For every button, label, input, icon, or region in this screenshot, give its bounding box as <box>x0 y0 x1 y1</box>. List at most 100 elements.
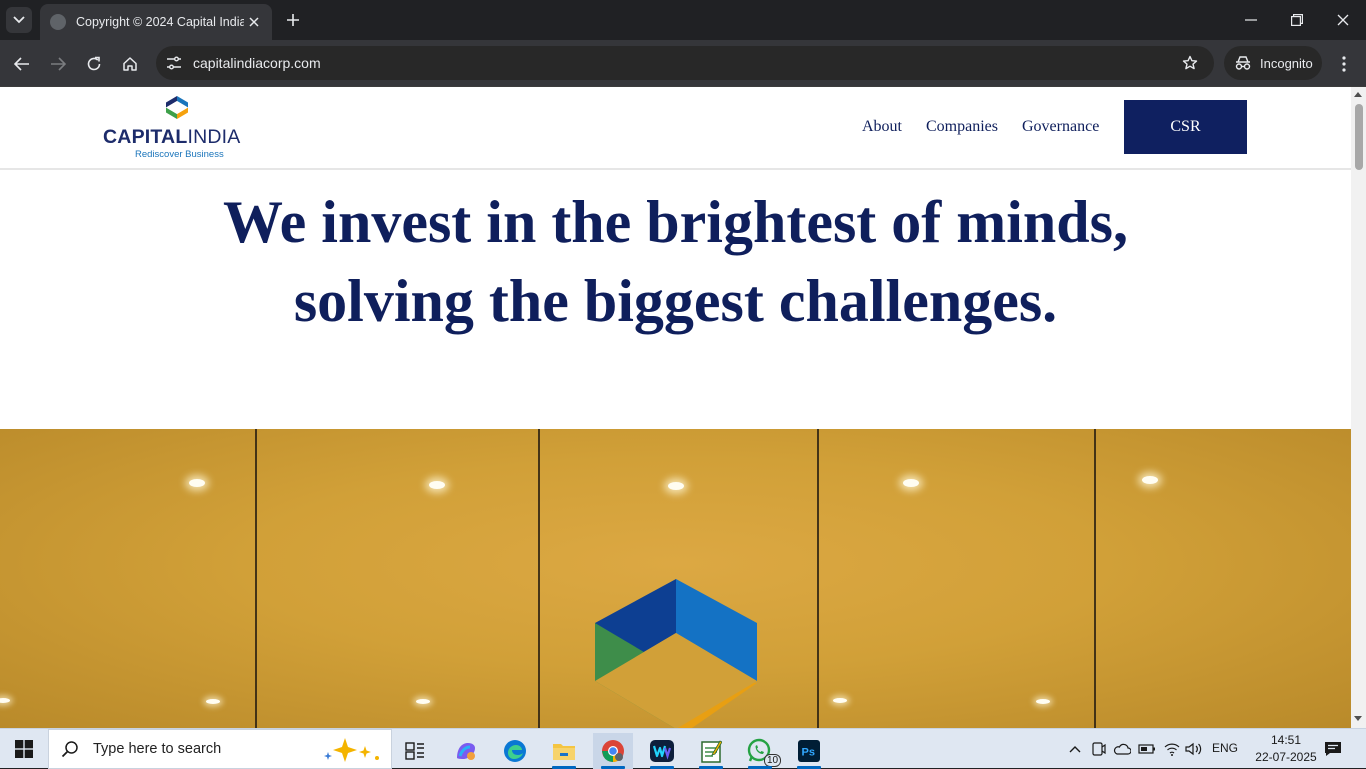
search-placeholder: Type here to search <box>93 741 222 757</box>
windows-icon <box>15 740 33 758</box>
hero-office-photo <box>0 429 1351 728</box>
site-logo[interactable]: CAPITALINDIA Rediscover Business <box>102 95 254 161</box>
home-icon <box>123 57 137 71</box>
site-header: CAPITALINDIA Rediscover Business About C… <box>0 87 1351 170</box>
task-view-button[interactable] <box>395 733 435 769</box>
onedrive-button[interactable] <box>1112 739 1132 759</box>
search-icon <box>61 741 78 758</box>
battery-button[interactable] <box>1137 739 1157 759</box>
notification-center-button[interactable] <box>1323 739 1343 759</box>
taskbar-whatsapp[interactable]: 10 <box>740 733 782 769</box>
floor-light <box>833 698 847 703</box>
browser-menu-button[interactable] <box>1332 50 1356 78</box>
tab-search-button[interactable] <box>6 7 32 33</box>
taskbar-edge[interactable] <box>495 733 535 769</box>
close-icon <box>249 17 259 27</box>
forward-icon <box>51 57 66 71</box>
capital-india-wall-logo-icon <box>595 579 757 728</box>
taskbar-search-box[interactable]: Type here to search <box>48 729 392 769</box>
restore-icon <box>1291 14 1303 26</box>
start-button[interactable] <box>0 729 48 769</box>
scroll-up-arrow-icon[interactable] <box>1354 92 1362 97</box>
star-icon <box>1182 55 1198 70</box>
windows-taskbar: Type here to search 10 Ps ENG 14:51 22-0… <box>0 728 1366 769</box>
bookmark-button[interactable] <box>1180 53 1200 73</box>
restore-button[interactable] <box>1274 0 1320 40</box>
edge-icon <box>504 740 526 762</box>
browser-tab[interactable]: Copyright © 2024 Capital India <box>40 4 272 40</box>
taskbar-file-explorer[interactable] <box>544 733 584 769</box>
wall-panel-seam <box>1094 429 1096 728</box>
address-bar[interactable]: capitalindiacorp.com <box>156 46 1214 80</box>
reload-button[interactable] <box>80 50 108 78</box>
taskbar-photoshop[interactable]: Ps <box>789 733 829 769</box>
task-view-icon <box>405 742 424 760</box>
svg-text:Ps: Ps <box>802 747 815 759</box>
speaker-icon <box>1185 742 1202 756</box>
photoshop-icon: Ps <box>798 740 820 762</box>
network-button[interactable] <box>1162 739 1182 759</box>
plus-icon <box>287 14 299 26</box>
ceiling-light <box>903 479 919 487</box>
volume-button[interactable] <box>1184 739 1204 759</box>
back-icon <box>14 57 29 71</box>
new-tab-button[interactable] <box>282 9 304 31</box>
close-window-button[interactable] <box>1320 0 1366 40</box>
copilot-icon <box>457 743 475 760</box>
page-viewport: CAPITALINDIA Rediscover Business About C… <box>0 87 1366 728</box>
site-info-button[interactable] <box>162 51 186 75</box>
wall-panel-seam <box>817 429 819 728</box>
scroll-down-arrow-icon[interactable] <box>1354 716 1362 721</box>
minimize-icon <box>1245 19 1257 21</box>
incognito-icon <box>1235 56 1251 70</box>
ceiling-light <box>189 479 205 487</box>
taskbar-chrome[interactable] <box>593 733 633 769</box>
input-language-indicator[interactable]: ENG <box>1212 741 1238 755</box>
meet-now-button[interactable] <box>1088 739 1108 759</box>
file-explorer-icon <box>553 744 575 760</box>
webex-icon <box>650 740 674 762</box>
hero-heading: We invest in the brightest of minds, sol… <box>222 189 1129 334</box>
capital-india-logo-icon <box>166 96 188 119</box>
clock-date: 22-07-2025 <box>1255 750 1317 764</box>
taskbar-clock[interactable]: 14:51 22-07-2025 <box>1252 732 1320 766</box>
site-info-icon <box>167 56 181 70</box>
wifi-icon <box>1164 743 1180 756</box>
close-tab-button[interactable] <box>246 14 262 30</box>
floor-light <box>0 698 10 703</box>
ceiling-light <box>429 481 445 489</box>
minimize-button[interactable] <box>1228 0 1274 40</box>
logo-tagline: Rediscover Business <box>135 149 224 160</box>
globe-icon <box>50 14 66 30</box>
browser-tab-strip: Copyright © 2024 Capital India <box>0 0 1366 40</box>
clock-time: 14:51 <box>1270 733 1302 747</box>
page-scrollbar[interactable] <box>1351 87 1366 728</box>
reload-icon <box>87 56 101 71</box>
taskbar-notepad[interactable] <box>691 733 731 769</box>
wall-panel-seam <box>538 429 540 728</box>
show-hidden-icons-button[interactable] <box>1065 739 1085 759</box>
floor-light <box>206 699 220 704</box>
meet-icon <box>1092 742 1106 756</box>
home-button[interactable] <box>116 50 144 78</box>
cloud-icon <box>1113 743 1131 755</box>
browser-toolbar: capitalindiacorp.com Incognito <box>0 40 1366 87</box>
nav-link-companies[interactable]: Companies <box>926 118 998 136</box>
chevron-up-icon <box>1069 746 1081 753</box>
chrome-icon <box>602 740 624 762</box>
battery-icon <box>1138 744 1155 754</box>
taskbar-copilot[interactable] <box>446 733 486 769</box>
scrollbar-thumb[interactable] <box>1355 104 1363 170</box>
notepad-icon <box>701 740 722 763</box>
kebab-menu-icon <box>1342 56 1346 72</box>
csr-button[interactable]: CSR <box>1124 100 1247 154</box>
nav-link-about[interactable]: About <box>862 118 902 136</box>
back-button[interactable] <box>8 50 36 78</box>
logo-wordmark: CAPITALINDIA <box>103 126 241 148</box>
wall-panel-seam <box>255 429 257 728</box>
taskbar-webex[interactable] <box>642 733 682 769</box>
search-highlight-icon <box>324 738 379 762</box>
incognito-indicator[interactable]: Incognito <box>1224 46 1322 80</box>
nav-link-governance[interactable]: Governance <box>1022 118 1099 136</box>
forward-button[interactable] <box>44 50 72 78</box>
